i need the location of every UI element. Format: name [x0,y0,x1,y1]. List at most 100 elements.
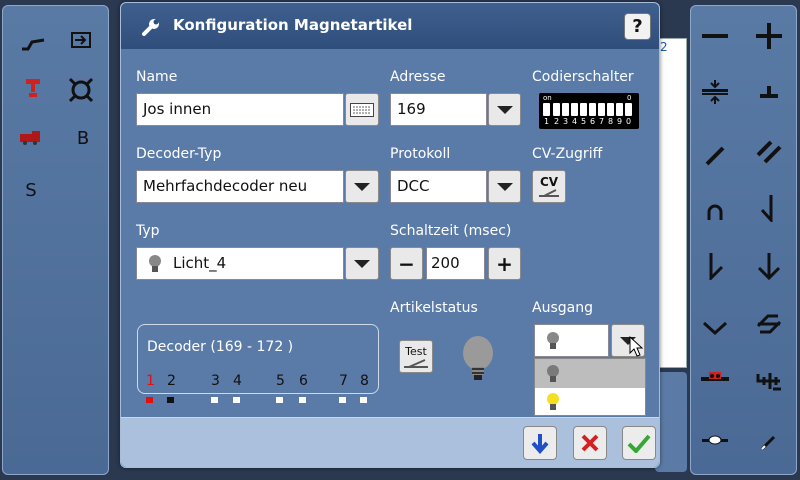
move-down-button[interactable] [523,426,557,460]
adresse-input[interactable]: 169 [390,93,487,126]
crossing-tool[interactable] [749,304,789,344]
schaltzeit-increase-button[interactable]: + [488,247,521,280]
plus-icon [756,23,782,49]
decoder-output-led [233,397,240,403]
turnout-symbol-icon [539,189,559,197]
dip-on-label: on [543,94,552,102]
decoder-output-number[interactable]: 2 [167,373,176,389]
dip-lever[interactable] [589,103,596,116]
track-separator-tool[interactable] [695,72,735,112]
checkmark-icon [627,434,651,453]
cancel-button[interactable] [573,426,607,460]
buffer-stop-tool[interactable] [749,72,789,112]
diagonal-track-tool[interactable] [695,136,735,176]
light-bulb-icon [149,255,161,272]
dip-lever[interactable] [553,103,560,116]
dip-lever[interactable] [562,103,569,116]
uncoupler-icon [701,372,729,381]
light-bulb-off-icon [547,365,559,382]
protokoll-select[interactable]: DCC [390,170,487,203]
dip-lever[interactable] [616,103,623,116]
dip-lever[interactable] [625,103,632,116]
three-way-turnout-tool[interactable] [749,246,789,286]
keyboard-button[interactable] [345,93,379,126]
turnout-left-tool[interactable] [695,246,735,286]
ausgang-option-off[interactable] [535,359,645,388]
block-b-tool[interactable]: B [63,118,103,158]
name-input[interactable]: Jos innen [136,93,344,126]
turnout-right-tool[interactable] [749,188,789,228]
ausgang-select[interactable] [534,324,609,357]
close-icon [581,434,599,452]
cv-button[interactable]: CV [532,170,566,203]
tunnel-tool[interactable] [695,192,735,232]
double-diagonal-tool[interactable] [749,132,789,172]
turnout-symbol-icon [404,358,428,368]
dip-lever[interactable] [571,103,578,116]
track-curve-tool[interactable] [13,24,53,64]
three-way-turnout-icon [757,253,781,280]
light-bulb-icon [547,332,559,349]
decoder-typ-dropdown-button[interactable] [345,170,379,203]
dip-lever[interactable] [607,103,614,116]
decoder-typ-select[interactable]: Mehrfachdecoder neu [136,170,344,203]
track-separator-icon [702,80,728,104]
adresse-label: Adresse [390,69,446,85]
ok-button[interactable] [622,426,656,460]
signal-tool[interactable] [13,68,53,108]
chevron-down-icon [354,259,370,268]
exit-tool[interactable] [61,20,101,60]
mouse-cursor-icon [629,336,643,357]
tunnel-icon [707,204,723,220]
decoder-output-number[interactable]: 4 [233,373,242,389]
decoder-output-led [299,397,306,403]
schaltzeit-decrease-button[interactable]: − [390,247,423,280]
ausgang-option-on[interactable] [535,388,645,416]
signal-icon [26,79,40,97]
block-s-tool[interactable]: S [11,170,51,210]
dialog-titlebar: Konfiguration Magnetartikel ? [121,3,659,49]
help-button[interactable]: ? [624,13,651,40]
schaltzeit-input[interactable]: 200 [426,247,485,280]
dip-lever[interactable] [543,103,550,116]
pencil-tool[interactable] [749,422,789,462]
dip-switch: on 0 1 2 3 4 5 6 7 8 9 0 [539,93,639,129]
protokoll-label: Protokoll [390,146,451,162]
zoom-out-tool[interactable] [695,16,735,56]
dip-number: 9 [617,117,623,126]
contact-tool[interactable] [695,420,735,460]
decoder-output-number[interactable]: 6 [299,373,308,389]
buffer-stop-icon [760,86,778,98]
name-label: Name [136,69,178,85]
y-turnout-tool[interactable] [695,308,735,348]
locomotive-tool[interactable] [11,118,51,158]
dip-number: 3 [563,117,569,126]
cv-button-label: CV [539,175,559,189]
schaltzeit-label: Schaltzeit (msec) [390,223,512,239]
typ-select[interactable]: Licht_4 [136,247,344,280]
decoder-output-number[interactable]: 1 [146,373,155,389]
cv-zugriff-label: CV-Zugriff [532,146,603,162]
decoder-output-number[interactable]: 8 [360,373,369,389]
decoder-range-title: Decoder (169 - 172 ) [147,339,294,355]
decoupler-track-icon [756,373,781,391]
dip-lever[interactable] [580,103,587,116]
decoder-output-number[interactable]: 7 [339,373,348,389]
ausgang-label: Ausgang [532,300,593,316]
locomotive-icon [20,131,40,145]
y-turnout-icon [702,321,728,336]
test-button-label: Test [405,344,427,358]
adresse-dropdown-button[interactable] [488,93,521,126]
protokoll-dropdown-button[interactable] [488,170,521,203]
test-button[interactable]: Test [399,340,433,373]
turnout-left-icon [709,253,724,280]
turntable-tool[interactable] [61,70,101,110]
typ-dropdown-button[interactable] [345,247,379,280]
decoupler-track-tool[interactable] [749,360,789,400]
dip-lever[interactable] [598,103,605,116]
zoom-in-tool[interactable] [749,16,789,56]
dialog-title: Konfiguration Magnetartikel [173,16,413,34]
decoder-output-number[interactable]: 5 [276,373,285,389]
decoder-output-number[interactable]: 3 [211,373,220,389]
uncoupler-tool[interactable] [695,358,735,398]
